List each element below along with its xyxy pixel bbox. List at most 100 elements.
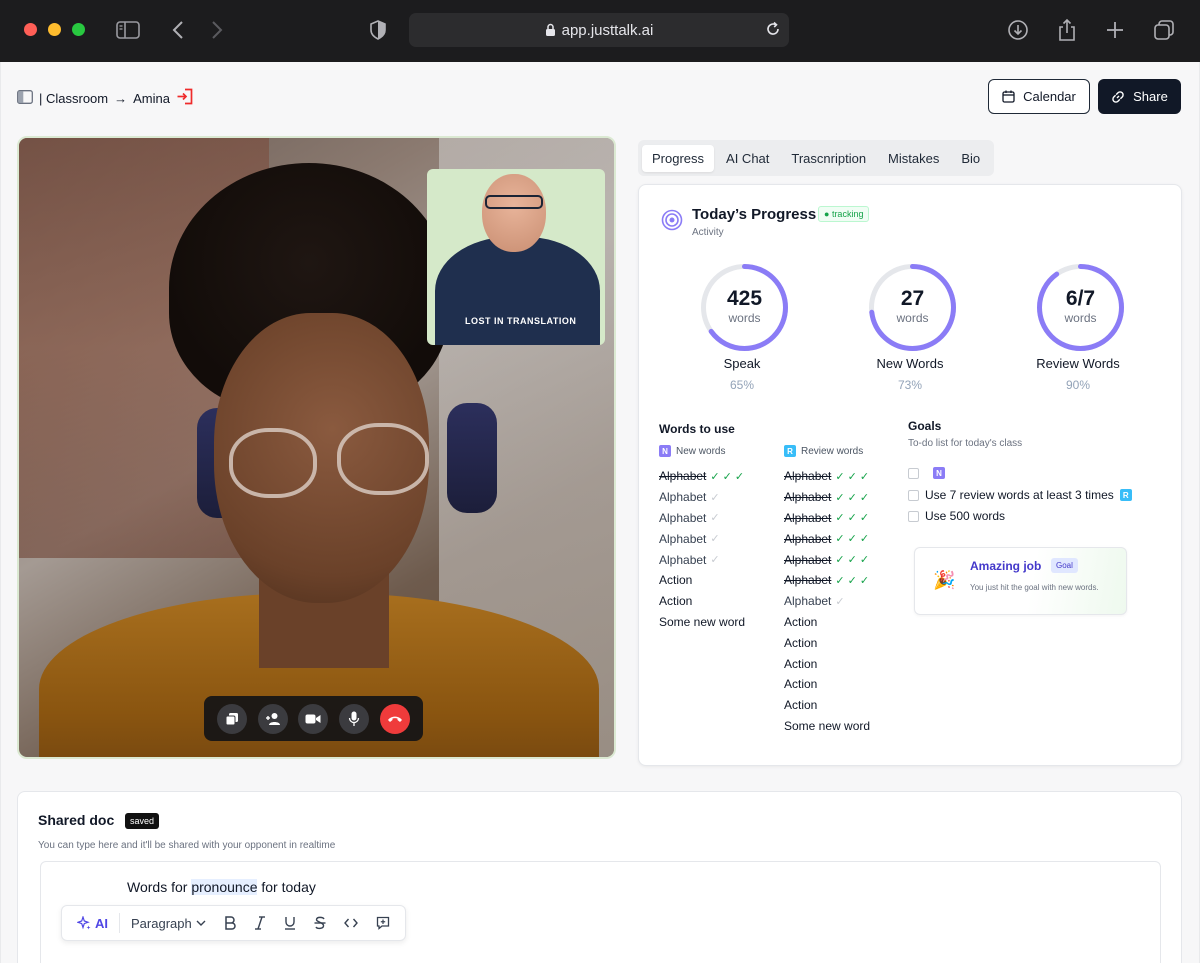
review-word: Alphabet (784, 469, 832, 484)
close-window-button[interactable] (24, 23, 37, 36)
review-words-header-label: Review words (801, 445, 864, 457)
new-words-header-label: New words (676, 445, 726, 457)
sparkle-icon (77, 916, 91, 930)
review-word: Action (784, 656, 818, 671)
review-words-ring: 6/7 words (1033, 260, 1128, 355)
review-word: Action (784, 614, 818, 629)
comment-button[interactable] (369, 916, 397, 930)
chevron-down-icon (196, 920, 206, 926)
editor-content[interactable]: Words for pronounce for today (127, 879, 316, 895)
tracking-badge-label: tracking (831, 209, 864, 219)
review-word: Some new word (784, 718, 871, 733)
microphone-button[interactable] (339, 703, 370, 734)
breadcrumb-classroom[interactable]: | Classroom (39, 91, 108, 106)
review-word: Alphabet (784, 573, 832, 588)
tab-ai-chat[interactable]: AI Chat (716, 145, 779, 172)
download-icon[interactable] (1005, 17, 1031, 43)
review-word: Alphabet (784, 594, 832, 609)
back-icon[interactable] (165, 17, 191, 43)
zoom-window-button[interactable] (72, 23, 85, 36)
sidebar-toggle-icon[interactable] (115, 17, 141, 43)
goals-title: Goals (908, 419, 942, 433)
check-icon: ✓ ✓ ✓ (835, 554, 870, 567)
doc-editor[interactable]: Words for pronounce for today AI Paragra… (40, 861, 1161, 963)
strikethrough-button[interactable] (307, 916, 333, 930)
goal-item-3[interactable]: Use 500 words (908, 509, 1005, 523)
add-participant-button[interactable] (257, 703, 288, 734)
breadcrumb-arrow: → (114, 90, 128, 106)
italic-button[interactable] (247, 916, 273, 930)
shield-icon[interactable] (365, 17, 391, 43)
calendar-button[interactable]: Calendar (988, 79, 1090, 114)
underline-button[interactable] (277, 916, 303, 930)
new-item: Alphabet ✓ (659, 487, 745, 508)
new-words-label: New Words (876, 356, 944, 371)
breadcrumb-student[interactable]: Amina (133, 91, 170, 106)
forward-icon[interactable] (204, 17, 230, 43)
teacher-video-pip[interactable]: LOST IN TRANSLATION (427, 169, 605, 345)
goal-item-1[interactable]: N (908, 467, 945, 479)
exit-icon[interactable] (176, 88, 193, 108)
goal-3-text: Use 500 words (925, 509, 1006, 523)
review-item: Action (784, 632, 870, 653)
new-word: Action (659, 594, 693, 609)
review-item: Alphabet ✓ ✓ ✓ (784, 487, 870, 508)
format-toolbar: AI Paragraph (61, 905, 406, 941)
check-icon: ✓ (710, 554, 720, 567)
code-button[interactable] (337, 917, 365, 929)
speak-label: Speak (723, 356, 761, 371)
panel-toggle-icon[interactable] (17, 89, 33, 107)
check-icon: ✓ (710, 491, 720, 504)
app-page: | Classroom → Amina Calendar Share LOST … (1, 62, 1199, 963)
goal-item-2[interactable]: Use 7 review words at least 3 times R (908, 488, 1132, 502)
review-item: Alphabet ✓ ✓ ✓ (784, 528, 870, 549)
reload-icon[interactable] (765, 21, 781, 41)
tab-overview-icon[interactable] (1151, 17, 1177, 43)
saved-badge: saved (125, 813, 160, 829)
review-item: Alphabet ✓ ✓ ✓ (784, 570, 870, 591)
lock-icon (545, 23, 555, 36)
address-bar[interactable]: app.justtalk.ai (409, 13, 789, 47)
goal-1-checkbox[interactable] (908, 467, 919, 479)
goal-badge: Goal (1051, 558, 1078, 573)
paragraph-select[interactable]: Paragraph (124, 916, 213, 931)
new-word: Alphabet (659, 531, 707, 546)
ai-button[interactable]: AI (70, 916, 115, 931)
bold-button[interactable] (217, 916, 243, 930)
editor-text-start: Words for (127, 879, 192, 895)
review-item: Alphabet ✓ ✓ ✓ (784, 549, 870, 570)
new-item: Action (659, 570, 745, 591)
goal-2-checkbox[interactable] (908, 489, 919, 501)
calendar-icon (1002, 90, 1015, 103)
check-icon: ✓ ✓ ✓ (835, 512, 870, 525)
review-words-value: 6/7 (1065, 287, 1096, 310)
tab-mistakes[interactable]: Mistakes (878, 145, 949, 172)
review-words-label: Review Words (1036, 356, 1120, 371)
teacher-glasses (485, 195, 543, 209)
minimize-window-button[interactable] (48, 23, 61, 36)
check-icon: ✓ (710, 533, 720, 546)
review-word: Action (784, 698, 818, 713)
url-text: app.justtalk.ai (561, 21, 654, 39)
camera-button[interactable] (298, 703, 329, 734)
comment-icon (376, 916, 389, 930)
speak-percent: 65% (729, 378, 755, 392)
goal-3-checkbox[interactable] (908, 510, 919, 522)
check-icon: ✓ ✓ ✓ (835, 491, 870, 504)
share-sheet-icon[interactable] (1054, 17, 1080, 43)
review-item: Action (784, 653, 870, 674)
share-button[interactable]: Share (1098, 79, 1181, 114)
tab-bio[interactable]: Bio (951, 145, 990, 172)
video-call: LOST IN TRANSLATION (17, 136, 616, 759)
screen-share-button[interactable] (217, 703, 248, 734)
review-words-percent: 90% (1065, 378, 1091, 392)
progress-title: Today’s Progress (692, 206, 817, 223)
end-call-button[interactable] (379, 703, 410, 734)
tab-progress[interactable]: Progress (642, 144, 715, 172)
new-words-unit: words (896, 311, 929, 325)
editor-text-end: for today (257, 879, 316, 895)
new-tab-icon[interactable] (1102, 17, 1128, 43)
review-letter-badge: R (784, 445, 796, 457)
tab-transcription[interactable]: Trascnription (781, 145, 876, 172)
review-words-header: R Review words (784, 445, 863, 457)
